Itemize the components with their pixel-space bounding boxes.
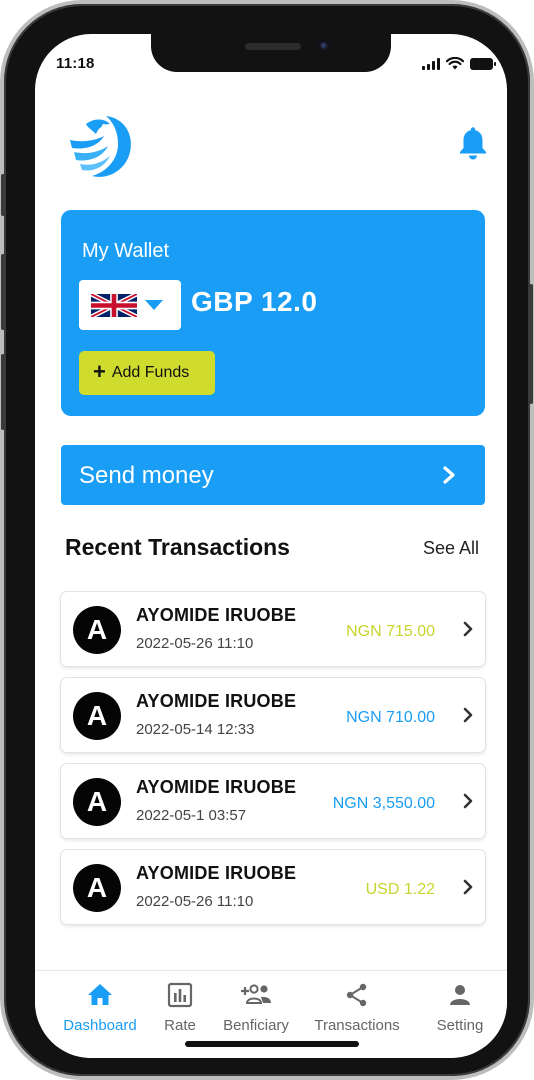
transaction-row[interactable]: A AYOMIDE IRUOBE 2022-05-26 11:10 NGN 715.0… bbox=[61, 592, 485, 666]
volume-down-button bbox=[1, 354, 6, 430]
wallet-balance: GBP 12.0 bbox=[191, 286, 318, 317]
transaction-date: 2022-05-14 12:33 bbox=[136, 721, 255, 738]
send-money-button[interactable]: Send money bbox=[61, 445, 485, 505]
chevron-down-icon bbox=[145, 300, 163, 310]
tab-label: Transactions bbox=[314, 1017, 400, 1034]
see-all-link[interactable]: See All bbox=[423, 538, 479, 559]
chevron-right-icon bbox=[443, 466, 455, 484]
camera bbox=[317, 39, 331, 53]
transaction-name: AYOMIDE IRUOBE bbox=[136, 691, 297, 711]
chevron-right-icon bbox=[463, 621, 473, 637]
signal-icon bbox=[422, 58, 440, 70]
add-people-icon bbox=[241, 984, 271, 1004]
home-indicator bbox=[185, 1041, 359, 1047]
battery-icon bbox=[470, 58, 496, 70]
transaction-row[interactable]: A AYOMIDE IRUOBE 2022-05-26 11:10 USD 1.22 bbox=[61, 850, 485, 924]
transaction-amount: NGN 715.00 bbox=[346, 623, 435, 640]
tab-beneficiary[interactable]: Benficiary bbox=[213, 971, 299, 1041]
app-screen: 11:18 My Wallet GBP 12.0 + Add Funds Sen… bbox=[35, 34, 507, 1058]
avatar: A bbox=[73, 692, 121, 740]
transaction-row[interactable]: A AYOMIDE IRUOBE 2022-05-1 03:57 NGN 3,550.… bbox=[61, 764, 485, 838]
wallet-title: My Wallet bbox=[82, 240, 170, 262]
transaction-row[interactable]: A AYOMIDE IRUOBE 2022-05-14 12:33 NGN 710.0… bbox=[61, 678, 485, 752]
transaction-amount: USD 1.22 bbox=[365, 881, 435, 898]
tab-label: Benficiary bbox=[223, 1017, 289, 1034]
avatar: A bbox=[73, 606, 121, 654]
status-time: 11:18 bbox=[56, 55, 95, 72]
chevron-right-icon bbox=[463, 793, 473, 809]
tab-setting[interactable]: Setting bbox=[429, 971, 491, 1041]
tab-label: Setting bbox=[436, 1017, 484, 1034]
volume-up-button bbox=[1, 254, 6, 330]
currency-selector[interactable] bbox=[79, 280, 181, 330]
bell-icon[interactable] bbox=[455, 126, 491, 162]
chevron-right-icon bbox=[463, 879, 473, 895]
phone-frame: 11:18 My Wallet GBP 12.0 + Add Funds Sen… bbox=[1, 4, 533, 1076]
chart-icon bbox=[167, 982, 193, 1008]
transaction-name: AYOMIDE IRUOBE bbox=[136, 777, 297, 797]
chevron-right-icon bbox=[463, 707, 473, 723]
speaker bbox=[245, 43, 301, 50]
uk-flag-icon bbox=[91, 294, 137, 317]
tab-transactions[interactable]: Transactions bbox=[307, 971, 407, 1041]
transaction-date: 2022-05-26 11:10 bbox=[136, 635, 254, 652]
plus-icon: + bbox=[93, 359, 106, 384]
tab-dashboard[interactable]: Dashboard bbox=[55, 971, 145, 1041]
tab-rate[interactable]: Rate bbox=[153, 971, 207, 1041]
wifi-icon bbox=[446, 57, 464, 70]
transaction-name: AYOMIDE IRUOBE bbox=[136, 605, 297, 625]
send-money-label: Send money bbox=[79, 462, 214, 489]
avatar: A bbox=[73, 778, 121, 826]
transaction-date: 2022-05-26 11:10 bbox=[136, 893, 254, 910]
tab-label: Dashboard bbox=[63, 1017, 137, 1034]
transaction-amount: NGN 710.00 bbox=[346, 709, 435, 726]
home-icon bbox=[88, 984, 112, 1005]
avatar: A bbox=[73, 864, 121, 912]
add-funds-label: Add Funds bbox=[111, 364, 190, 381]
share-icon bbox=[346, 983, 367, 1007]
wallet-card: My Wallet GBP 12.0 + Add Funds bbox=[61, 210, 485, 416]
transaction-amount: NGN 3,550.00 bbox=[332, 795, 435, 812]
status-icons bbox=[422, 56, 496, 70]
person-icon bbox=[450, 985, 470, 1005]
transaction-date: 2022-05-1 03:57 bbox=[136, 807, 247, 824]
power-button bbox=[528, 284, 533, 404]
mute-switch bbox=[1, 174, 6, 216]
notch bbox=[151, 34, 391, 72]
transaction-name: AYOMIDE IRUOBE bbox=[136, 863, 297, 883]
add-funds-button[interactable]: + Add Funds bbox=[79, 351, 215, 395]
tab-label: Rate bbox=[164, 1017, 196, 1034]
eagle-logo-icon bbox=[70, 116, 131, 177]
recent-transactions-title: Recent Transactions bbox=[65, 534, 290, 560]
